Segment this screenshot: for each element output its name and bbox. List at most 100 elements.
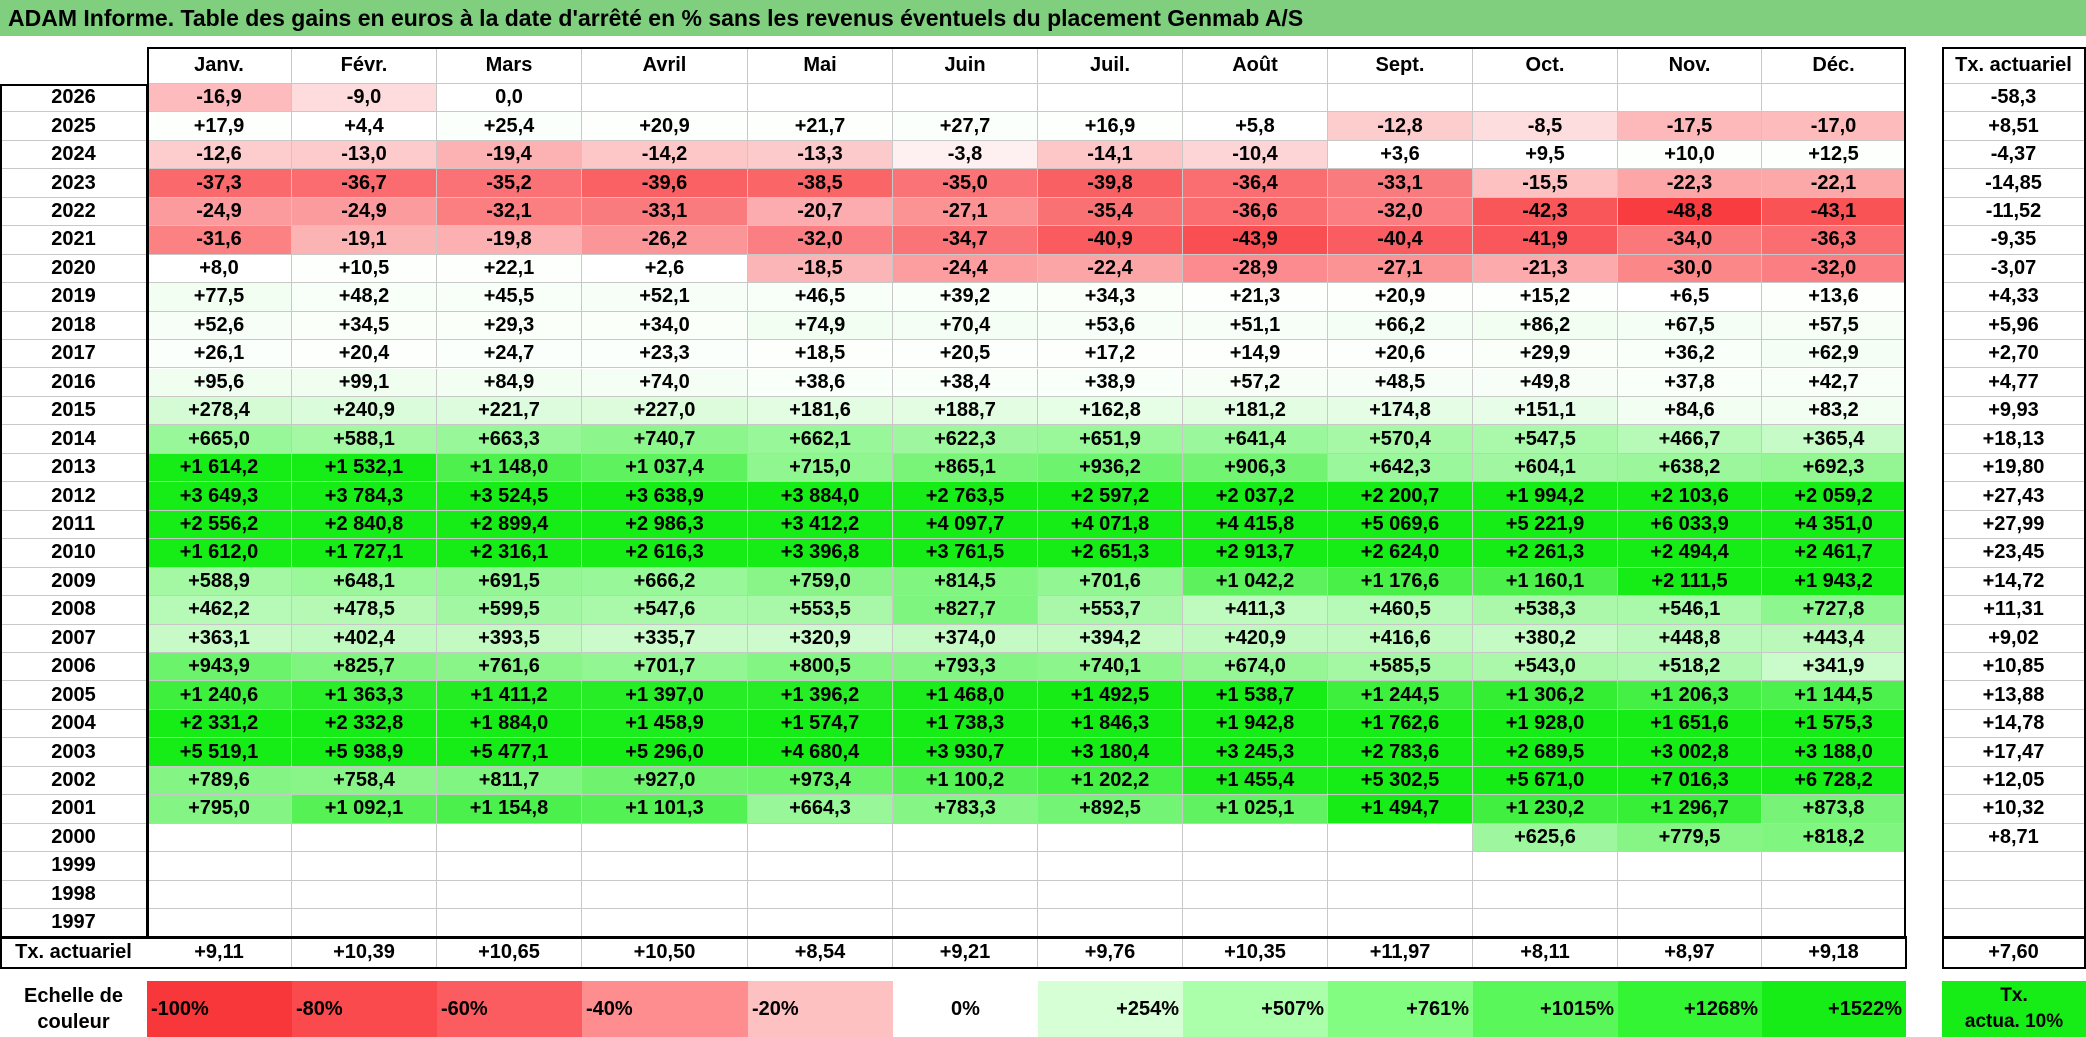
table-cell <box>1328 880 1473 910</box>
table-cell: -38,5 <box>748 169 893 198</box>
table-cell: +4 415,8 <box>1183 510 1328 540</box>
table-cell: +1 306,2 <box>1473 681 1618 710</box>
table-cell: -36,7 <box>292 169 437 198</box>
table-cell: +4 071,8 <box>1038 510 1183 540</box>
table-cell: +1 651,6 <box>1618 709 1762 739</box>
month-header-2: Mars <box>437 47 582 84</box>
table-cell: +51,1 <box>1183 311 1328 341</box>
rate-cell: +9,93 <box>1942 396 2086 426</box>
table-cell <box>292 852 437 881</box>
table-cell <box>1762 909 1906 938</box>
table-cell: +38,6 <box>748 368 893 397</box>
table-cell <box>1183 823 1328 853</box>
table-cell: +604,1 <box>1473 453 1618 483</box>
table-cell: +34,0 <box>582 311 748 341</box>
table-cell <box>1038 852 1183 881</box>
table-cell: +39,2 <box>893 283 1038 312</box>
table-cell: -19,8 <box>437 226 582 255</box>
table-cell: +2 986,3 <box>582 510 748 540</box>
month-header-11: Déc. <box>1762 47 1906 84</box>
scale-swatch: -80% <box>292 981 437 1037</box>
table-cell: +335,7 <box>582 624 748 653</box>
table-cell: -40,4 <box>1328 226 1473 255</box>
table-cell: +21,7 <box>748 112 893 141</box>
year-label: 2025 <box>0 112 147 141</box>
table-cell: -22,3 <box>1618 169 1762 198</box>
table-cell: +1 468,0 <box>893 681 1038 710</box>
table-cell: +3,6 <box>1328 140 1473 170</box>
table-cell: +793,3 <box>893 653 1038 682</box>
table-cell: +1 738,3 <box>893 709 1038 739</box>
table-cell: -35,4 <box>1038 197 1183 227</box>
table-cell: +4,4 <box>292 112 437 141</box>
table-cell: +26,1 <box>147 340 292 369</box>
table-cell <box>1328 84 1473 113</box>
table-cell: +34,5 <box>292 311 437 341</box>
table-cell: -48,8 <box>1618 197 1762 227</box>
table-cell: +789,6 <box>147 766 292 796</box>
year-label: 2026 <box>0 84 147 113</box>
table-cell: -14,2 <box>582 140 748 170</box>
table-cell: -24,9 <box>147 197 292 227</box>
table-cell: +1 025,1 <box>1183 795 1328 824</box>
footer-cell: +10,35 <box>1183 936 1328 969</box>
year-label: 2017 <box>0 340 147 369</box>
table-cell: +95,6 <box>147 368 292 397</box>
table-cell: +827,7 <box>893 596 1038 625</box>
table-cell <box>582 909 748 938</box>
table-cell: +181,2 <box>1183 396 1328 426</box>
table-cell: +20,5 <box>893 340 1038 369</box>
table-cell: +48,2 <box>292 283 437 312</box>
table-cell: +553,7 <box>1038 596 1183 625</box>
table-cell: +2 763,5 <box>893 482 1038 511</box>
table-cell: +29,3 <box>437 311 582 341</box>
table-cell: +3 396,8 <box>748 539 893 568</box>
table-cell: +1 538,7 <box>1183 681 1328 710</box>
table-cell: +17,9 <box>147 112 292 141</box>
table-cell: +13,6 <box>1762 283 1906 312</box>
table-cell: +1 396,2 <box>748 681 893 710</box>
table-cell: +1 154,8 <box>437 795 582 824</box>
table-cell <box>893 84 1038 113</box>
table-cell: +1 575,3 <box>1762 709 1906 739</box>
table-cell: +599,5 <box>437 596 582 625</box>
rate-cell: +4,77 <box>1942 368 2086 397</box>
table-cell: +1 092,1 <box>292 795 437 824</box>
table-cell: 0,0 <box>437 84 582 113</box>
table-cell: -39,8 <box>1038 169 1183 198</box>
table-cell: +5 221,9 <box>1473 510 1618 540</box>
rate-cell: +14,78 <box>1942 709 2086 739</box>
rate-cell: +13,88 <box>1942 681 2086 710</box>
table-cell: +2 332,8 <box>292 709 437 739</box>
table-cell: +9,5 <box>1473 140 1618 170</box>
table-cell: +363,1 <box>147 624 292 653</box>
table-cell: +393,5 <box>437 624 582 653</box>
table-cell: +462,2 <box>147 596 292 625</box>
footer-cell: +8,54 <box>748 936 893 969</box>
table-cell: -13,0 <box>292 140 437 170</box>
table-cell <box>748 880 893 910</box>
table-cell: +402,4 <box>292 624 437 653</box>
table-cell <box>1038 823 1183 853</box>
table-cell: +588,9 <box>147 567 292 597</box>
footer-cell: +9,21 <box>893 936 1038 969</box>
year-label: 2007 <box>0 625 147 653</box>
year-label: 1999 <box>0 852 147 881</box>
table-cell: +1 532,1 <box>292 453 437 483</box>
footer-cell: +10,39 <box>292 936 437 969</box>
rate-cell: +18,13 <box>1942 425 2086 454</box>
table-cell: +1 206,3 <box>1618 681 1762 710</box>
rate-cell: -4,37 <box>1942 140 2086 170</box>
table-cell <box>1183 880 1328 910</box>
scale-label: Echelle de couleur <box>0 981 147 1037</box>
year-label: 2008 <box>0 596 147 625</box>
table-cell: -24,4 <box>893 254 1038 284</box>
table-cell <box>1328 852 1473 881</box>
table-cell <box>582 84 748 113</box>
scale-swatch: 0% <box>893 981 1038 1037</box>
table-cell: +1 202,2 <box>1038 766 1183 796</box>
scale-swatch: -60% <box>437 981 582 1037</box>
table-cell: +943,9 <box>147 653 292 682</box>
table-cell: +443,4 <box>1762 624 1906 653</box>
table-cell: +478,5 <box>292 596 437 625</box>
